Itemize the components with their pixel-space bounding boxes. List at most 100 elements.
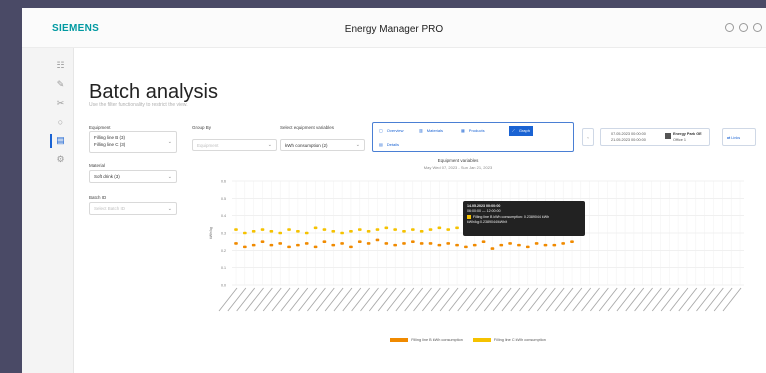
legend-item[interactable]: Filling line C kWh consumption (472, 338, 546, 342)
equipment-chip[interactable]: Filling line B (3) (94, 135, 125, 140)
x-tick-label (289, 287, 309, 312)
x-tick-label (581, 287, 600, 312)
user-icon[interactable] (725, 23, 734, 32)
data-point-line-b (375, 238, 380, 242)
chart-title: Equipment variables (437, 158, 479, 163)
x-tick-label (704, 287, 724, 312)
data-point-line-b (499, 243, 504, 247)
chart-subtitle: May Wed 07, 2023 - Sun Jan 21, 2023 (423, 165, 493, 170)
edit-icon[interactable]: ✎ (56, 80, 65, 89)
data-point-line-c (331, 229, 336, 233)
data-point-line-b (393, 243, 397, 247)
x-tick-label (713, 287, 733, 312)
data-point-line-b (331, 243, 336, 247)
tools-icon[interactable]: ✂ (56, 99, 65, 108)
tab-overview[interactable]: ▢ Overview (377, 126, 403, 136)
y-tick-label: 0.0 (221, 284, 226, 288)
x-tick-label (227, 287, 247, 312)
settings-icon[interactable]: ⚙ (56, 155, 65, 164)
batch-id-select[interactable]: Select Batch ID ⌄ (89, 202, 177, 215)
chart-legend: Filling line B kWh consumption Filling l… (378, 338, 558, 342)
help-icon[interactable] (739, 23, 748, 32)
scatter-chart: 0.0 0.1 0.2 0.3 0.4 0.5 0.6 kWh/kg (209, 180, 744, 312)
group-by-select[interactable]: Equipment ⌄ (192, 139, 277, 151)
x-tick-label (607, 287, 627, 312)
x-tick-label (307, 287, 326, 312)
y-tick-label: 0.5 (221, 197, 226, 201)
top-bar: SIEMENS Energy Manager PRO (22, 8, 766, 48)
data-point-line-c (269, 229, 274, 233)
x-tick-label (545, 287, 565, 312)
data-point-line-c (349, 229, 353, 233)
variables-chip[interactable]: kWh consumption (2) (285, 143, 328, 148)
x-tick-label (245, 287, 264, 312)
x-tick-label (696, 287, 715, 312)
data-point-line-c (446, 228, 451, 231)
data-point-line-b (446, 242, 451, 245)
data-point-line-b (287, 245, 291, 249)
data-point-line-b (251, 243, 256, 247)
data-point-line-c (393, 228, 397, 231)
menu-icon[interactable] (753, 23, 762, 32)
x-tick-label (448, 287, 468, 312)
nav-active-indicator (50, 134, 52, 148)
products-icon: ▦ (461, 128, 465, 133)
data-point-line-b (481, 240, 486, 243)
group-by-placeholder: Equipment (197, 143, 219, 148)
x-tick-label (519, 287, 538, 312)
tab-products[interactable]: ▦ Products (459, 126, 485, 136)
x-tick-label (572, 287, 592, 312)
equipment-chip[interactable]: Filling line C (3) (94, 142, 125, 147)
view-toggle-group: ▢ Overview ▥ Materials ▦ Products ⟋ Graph ▤ D… (372, 122, 574, 152)
x-tick-label (333, 287, 353, 312)
bulb-icon[interactable]: ○ (56, 118, 65, 127)
x-tick-label (536, 287, 556, 312)
page-subtitle: Use the filter functionality to restrict… (89, 102, 188, 108)
x-tick-label (254, 287, 273, 312)
equipment-select[interactable]: Filling line B (3) Filling line C (3) ⌄ (89, 131, 177, 153)
legend-item[interactable]: Filling line B kWh consumption (390, 338, 463, 342)
material-select[interactable]: Soft drink (3) ⌄ (89, 170, 177, 183)
x-tick-label (643, 287, 662, 312)
data-point-line-c (287, 228, 291, 231)
data-point-line-c (384, 226, 389, 230)
variables-select[interactable]: kWh consumption (2) ⌄ (280, 139, 365, 151)
tab-details[interactable]: ▤ Details (377, 140, 399, 150)
data-point-line-b (570, 240, 574, 243)
x-tick-label (501, 287, 521, 312)
hierarchy-icon[interactable]: ☷ (56, 61, 65, 70)
collapse-button[interactable]: ‹ (582, 128, 594, 146)
x-tick-label (386, 287, 406, 312)
site-icon (665, 133, 671, 139)
data-point-line-b (437, 243, 442, 247)
data-point-line-b (464, 245, 468, 249)
x-tick-label (563, 287, 583, 312)
y-tick-label: 0.4 (221, 214, 226, 218)
date-range-picker[interactable]: 07.05.2023 00:00:00 21.05.2023 00:00:00 … (600, 128, 710, 146)
y-tick-label: 0.6 (221, 180, 226, 184)
data-point-line-b (304, 242, 309, 245)
data-point-line-b (517, 243, 521, 247)
x-tick-label (625, 287, 645, 312)
data-point-line-c (234, 228, 238, 231)
material-chip[interactable]: Soft drink (3) (94, 174, 120, 179)
tab-materials[interactable]: ▥ Materials (417, 126, 443, 136)
data-point-line-b (411, 240, 415, 243)
x-tick-label (616, 287, 636, 312)
data-point-line-c (411, 228, 415, 231)
data-point-line-b (260, 240, 265, 243)
analysis-icon[interactable]: ▤ (56, 136, 65, 145)
date-range-end: 21.05.2023 00:00:00 (611, 138, 646, 142)
tab-graph[interactable]: ⟋ Graph (509, 126, 533, 136)
x-tick-label (324, 287, 344, 312)
data-point-line-b (313, 245, 318, 249)
data-point-line-c (260, 228, 265, 231)
data-point-line-c (340, 231, 344, 235)
x-tick-label (669, 287, 689, 312)
data-point-line-c (251, 229, 256, 233)
variables-label: Select equipment variables (280, 125, 335, 130)
x-tick-label (360, 287, 379, 312)
data-point-line-c (322, 228, 327, 231)
links-button[interactable]: ⇄ Links (722, 128, 756, 146)
app-title: Energy Manager PRO (344, 24, 444, 35)
